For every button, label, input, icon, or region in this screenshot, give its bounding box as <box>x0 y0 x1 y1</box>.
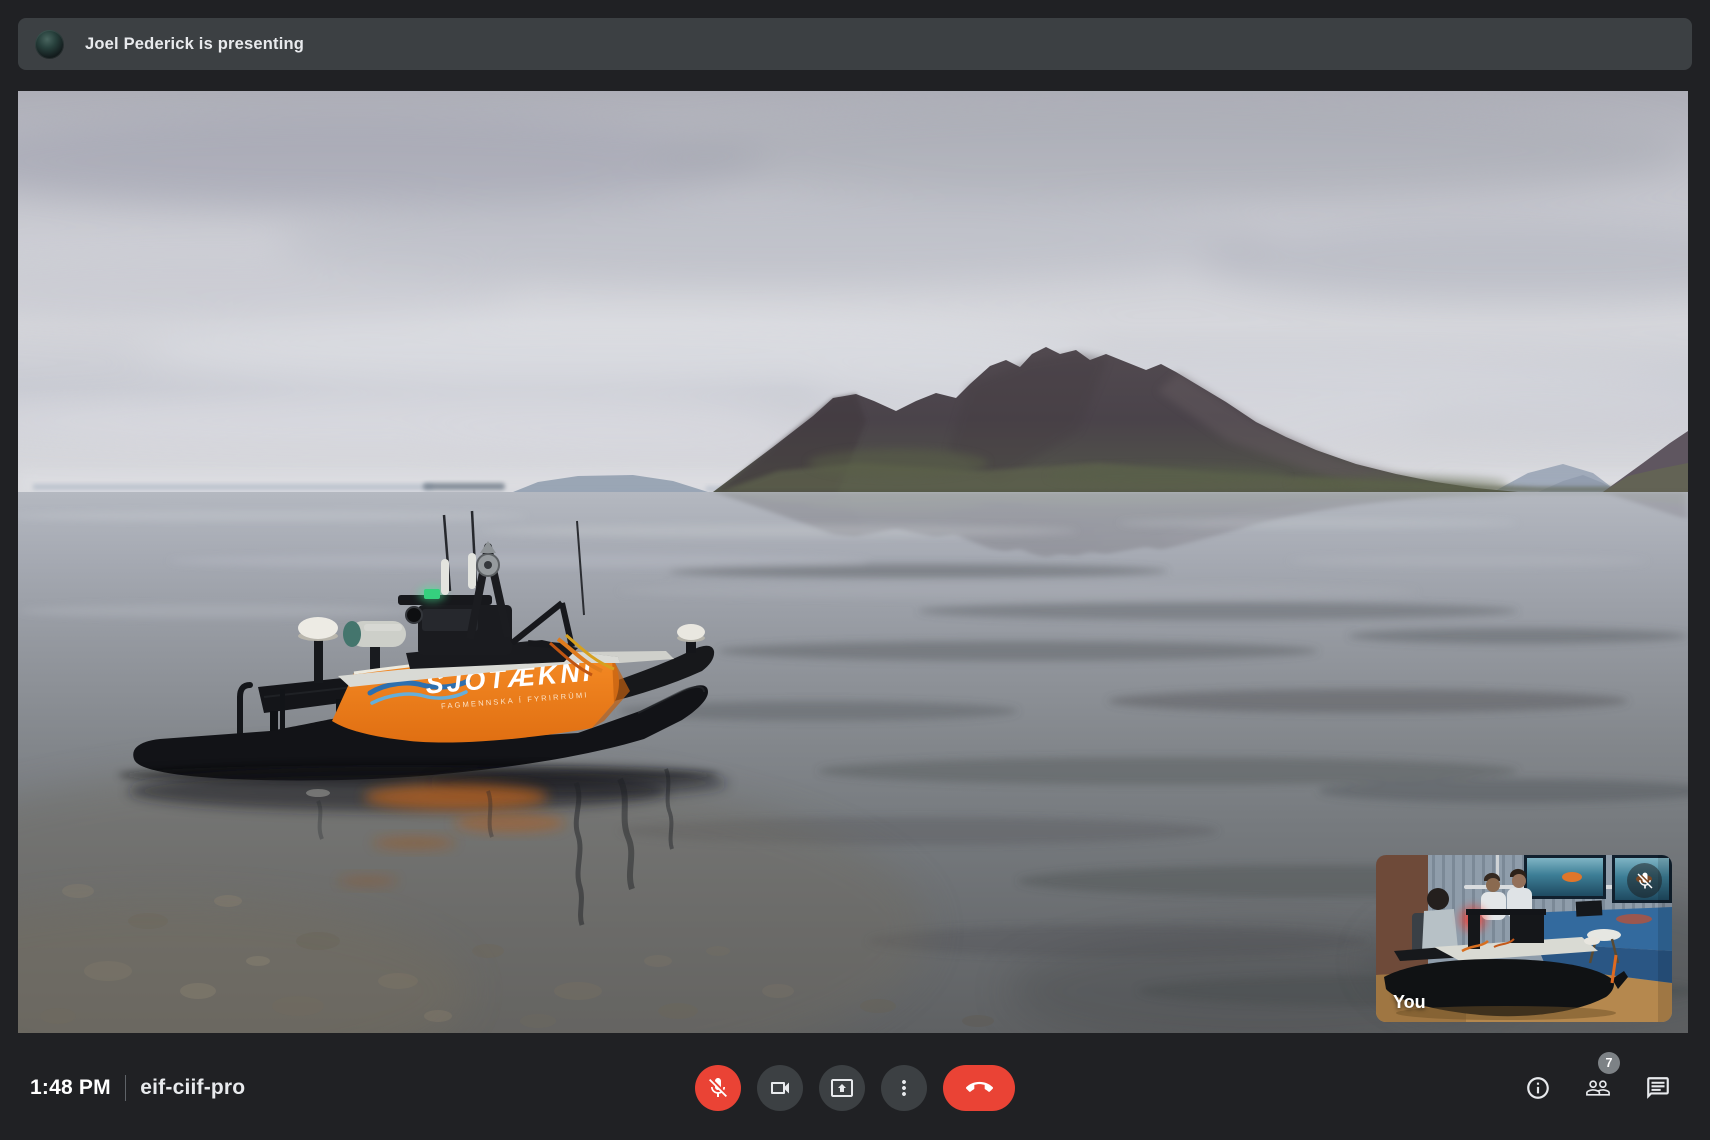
meeting-details-button[interactable] <box>1518 1068 1558 1108</box>
google-meet-window: { "banner": { "text": "Joel Pederick is … <box>0 0 1710 1140</box>
camera-toggle-button[interactable] <box>757 1065 803 1111</box>
participants-icon <box>1585 1075 1611 1101</box>
chat-icon <box>1645 1075 1671 1101</box>
mic-toggle-button[interactable] <box>695 1065 741 1111</box>
participants-button[interactable]: 7 <box>1578 1068 1618 1108</box>
leave-call-button[interactable] <box>943 1065 1015 1111</box>
participants-count-badge: 7 <box>1598 1052 1620 1074</box>
call-controls <box>695 1035 1015 1140</box>
meta-divider <box>125 1075 127 1101</box>
self-view-label: You <box>1393 992 1426 1013</box>
present-screen-button[interactable] <box>819 1065 865 1111</box>
more-options-icon <box>892 1076 916 1100</box>
info-icon <box>1525 1075 1551 1101</box>
call-end-icon <box>966 1074 993 1101</box>
presenter-avatar <box>35 30 64 59</box>
self-view-mic-off-icon <box>1627 863 1662 898</box>
panel-controls: 7 <box>1518 1035 1678 1140</box>
shared-screen-video[interactable]: SJÓTÆKNI FAGMENNSKA Í FYRIRRÚMI <box>18 91 1688 1033</box>
present-to-all-icon <box>830 1076 854 1100</box>
videocam-icon <box>768 1076 792 1100</box>
mic-off-icon <box>706 1076 730 1100</box>
meeting-code: eif-ciif-pro <box>140 1076 245 1100</box>
presenting-banner: Joel Pederick is presenting <box>18 18 1692 70</box>
more-options-button[interactable] <box>881 1065 927 1111</box>
meeting-meta: 1:48 PM eif-ciif-pro <box>30 1035 245 1140</box>
control-bar: 1:48 PM eif-ciif-pro 7 <box>0 1035 1710 1140</box>
chat-button[interactable] <box>1638 1068 1678 1108</box>
boat-status-light <box>424 589 440 599</box>
clock: 1:48 PM <box>30 1076 111 1100</box>
presenting-banner-text: Joel Pederick is presenting <box>85 35 304 54</box>
self-view-tile[interactable]: You <box>1376 855 1672 1022</box>
